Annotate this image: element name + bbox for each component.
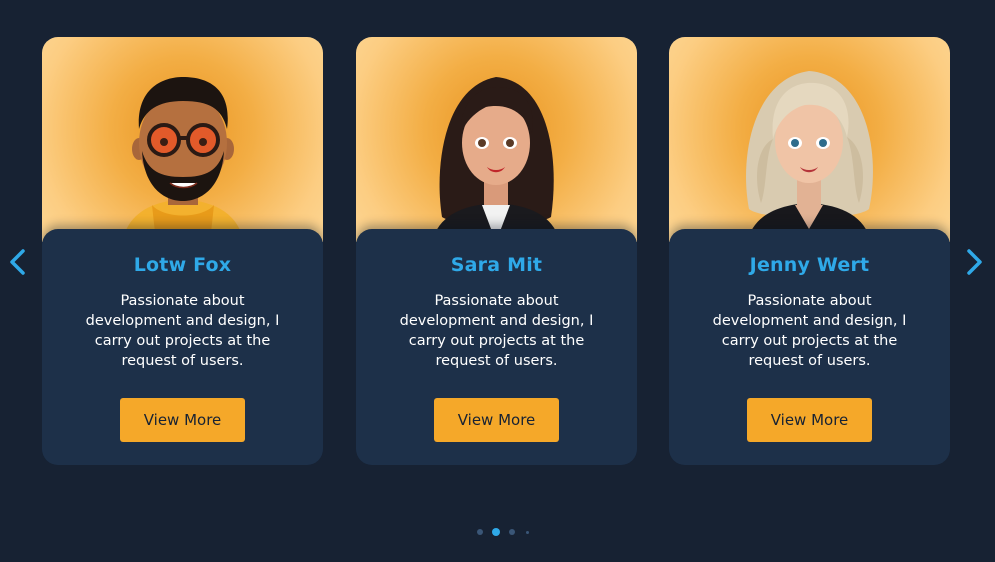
card-body: Sara Mit Passionate about development an…: [356, 229, 637, 465]
team-card: Jenny Wert Passionate about development …: [669, 37, 950, 465]
pagination-dots: [0, 526, 995, 538]
avatar-photo: [669, 37, 950, 242]
bearded-man-glasses-avatar: [122, 77, 244, 242]
pagination-dot-active[interactable]: [492, 528, 500, 536]
pagination-dot[interactable]: [526, 530, 529, 534]
team-card: Lotw Fox Passionate about development an…: [42, 37, 323, 465]
view-more-button[interactable]: View More: [747, 398, 872, 442]
card-body: Lotw Fox Passionate about development an…: [42, 229, 323, 465]
team-card: Sara Mit Passionate about development an…: [356, 37, 637, 465]
card-name: Jenny Wert: [749, 254, 870, 276]
card-name: Lotw Fox: [133, 254, 232, 276]
prev-slide-button[interactable]: [6, 247, 30, 277]
dark-haired-woman-avatar: [432, 77, 560, 242]
blonde-woman-avatar: [746, 71, 873, 242]
view-more-button[interactable]: View More: [120, 398, 245, 442]
chevron-left-icon: [10, 249, 25, 275]
card-description: Passionate about development and design,…: [85, 293, 280, 369]
pagination-dot[interactable]: [477, 529, 483, 535]
chevron-right-icon: [967, 249, 982, 275]
avatar-photo: [42, 37, 323, 242]
card-name: Sara Mit: [450, 254, 543, 276]
avatar-photo: [356, 37, 637, 242]
team-carousel: Lotw Fox Passionate about development an…: [0, 0, 995, 562]
pagination-dot[interactable]: [509, 529, 515, 535]
view-more-button[interactable]: View More: [434, 398, 559, 442]
card-description: Passionate about development and design,…: [712, 293, 907, 369]
card-description: Passionate about development and design,…: [399, 293, 594, 369]
card-body: Jenny Wert Passionate about development …: [669, 229, 950, 465]
next-slide-button[interactable]: [962, 247, 986, 277]
